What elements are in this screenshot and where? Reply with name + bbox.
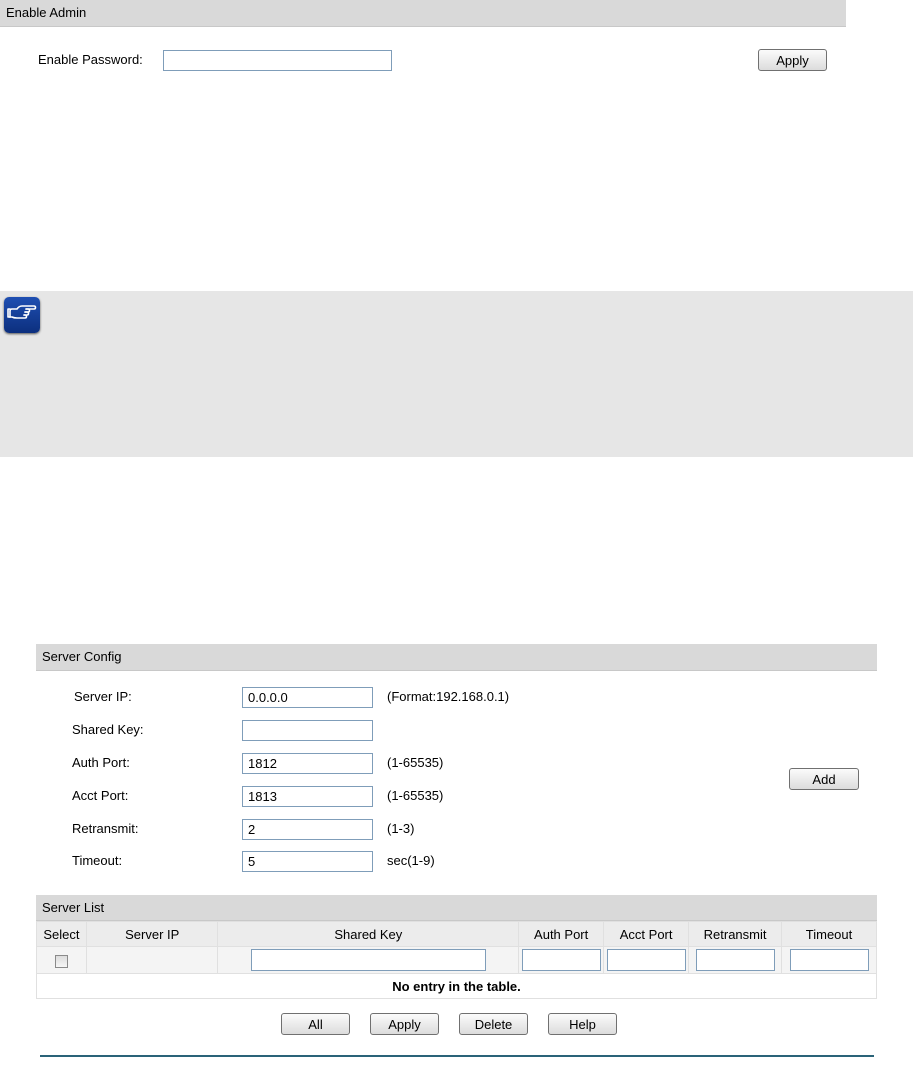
enable-password-label: Enable Password: — [38, 52, 143, 67]
server-ip-label: Server IP: — [74, 689, 132, 704]
timeout-hint: sec(1-9) — [387, 853, 435, 868]
select-cell — [36, 946, 87, 974]
select-all-checkbox[interactable] — [54, 954, 68, 968]
pointing-hand-icon — [4, 297, 40, 333]
list-shared-key-input[interactable] — [250, 949, 486, 971]
table-header-row: Select Server IP Shared Key Auth Port Ac… — [36, 921, 877, 947]
table-edit-row — [36, 946, 877, 974]
server-list-header: Server List — [36, 895, 877, 921]
all-button[interactable]: All — [281, 1013, 350, 1035]
timeout-label: Timeout: — [72, 853, 123, 868]
auth-port-input[interactable] — [242, 753, 373, 774]
bottom-divider — [40, 1055, 874, 1057]
empty-row: No entry in the table. — [36, 973, 877, 999]
acct-port-cell — [603, 946, 690, 974]
timeout-cell — [781, 946, 877, 974]
column-header-select: Select — [36, 921, 87, 947]
add-button[interactable]: Add — [789, 768, 859, 790]
retransmit-input[interactable] — [242, 819, 373, 840]
list-timeout-input[interactable] — [789, 949, 869, 971]
column-header-shared-key: Shared Key — [217, 921, 520, 947]
column-header-auth-port: Auth Port — [518, 921, 605, 947]
retransmit-label: Retransmit: — [72, 821, 139, 836]
list-acct-port-input[interactable] — [606, 949, 686, 971]
list-auth-port-input[interactable] — [521, 949, 601, 971]
server-list-title: Server List — [42, 900, 105, 915]
server-ip-cell — [85, 946, 219, 974]
acct-port-hint: (1-65535) — [387, 788, 444, 803]
column-header-retransmit: Retransmit — [688, 921, 783, 947]
list-retransmit-input[interactable] — [695, 949, 775, 971]
note-box — [0, 291, 913, 457]
list-apply-button[interactable]: Apply — [370, 1013, 439, 1035]
auth-port-cell — [518, 946, 605, 974]
auth-port-label: Auth Port: — [72, 755, 130, 770]
retransmit-cell — [688, 946, 783, 974]
timeout-input[interactable] — [242, 851, 373, 872]
auth-port-hint: (1-65535) — [387, 755, 444, 770]
help-button[interactable]: Help — [548, 1013, 617, 1035]
enable-password-input[interactable] — [163, 50, 392, 71]
server-list-table: Select Server IP Shared Key Auth Port Ac… — [36, 921, 877, 999]
server-ip-input[interactable] — [242, 687, 373, 708]
shared-key-input[interactable] — [242, 720, 373, 741]
acct-port-label: Acct Port: — [72, 788, 129, 803]
server-config-title: Server Config — [42, 649, 122, 664]
shared-key-label: Shared Key: — [72, 722, 144, 737]
enable-apply-button[interactable]: Apply — [758, 49, 827, 71]
enable-admin-title: Enable Admin — [6, 5, 87, 20]
retransmit-hint: (1-3) — [387, 821, 415, 836]
server-ip-hint: (Format:192.168.0.1) — [387, 689, 510, 704]
column-header-server-ip: Server IP — [85, 921, 219, 947]
column-header-timeout: Timeout — [781, 921, 877, 947]
empty-message: No entry in the table. — [36, 973, 877, 999]
delete-button[interactable]: Delete — [459, 1013, 528, 1035]
server-config-header: Server Config — [36, 644, 877, 671]
column-header-acct-port: Acct Port — [603, 921, 690, 947]
shared-key-cell — [217, 946, 520, 974]
acct-port-input[interactable] — [242, 786, 373, 807]
enable-admin-header: Enable Admin — [0, 0, 846, 27]
